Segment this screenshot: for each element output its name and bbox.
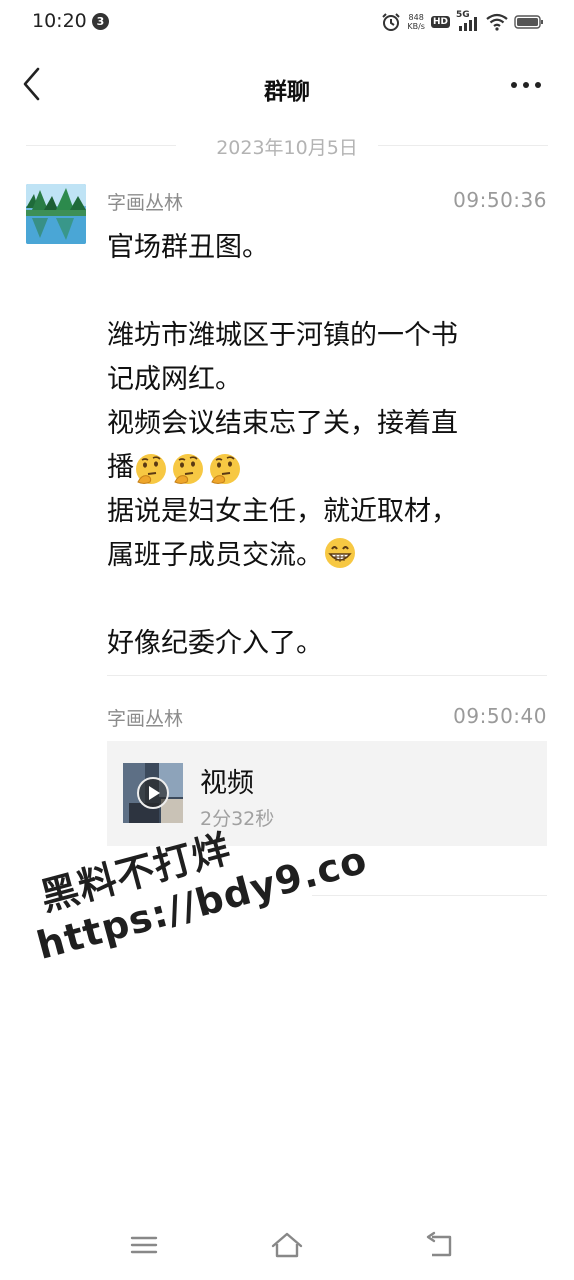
menu-icon <box>130 1236 158 1254</box>
status-time: 10:20 <box>32 10 87 32</box>
message-line: 官场群丑图。 <box>107 232 269 263</box>
date-divider: 2023年10月5日 <box>26 133 548 159</box>
message-line: 据说是妇女主任，就近取材， <box>107 496 458 527</box>
notification-count-badge: 3 <box>92 13 109 30</box>
video-title: 视频 <box>200 768 254 799</box>
thinking-face-emoji <box>173 453 203 484</box>
date-label: 2023年10月5日 <box>216 137 358 159</box>
message-divider <box>312 895 547 896</box>
battery-icon <box>514 15 543 29</box>
thinking-face-emoji <box>136 453 166 484</box>
menu-button[interactable] <box>124 1230 164 1260</box>
system-nav-bar <box>0 1218 574 1280</box>
message-line: 潍坊市潍城区于河镇的一个书 <box>107 320 458 351</box>
avatar[interactable] <box>26 184 86 244</box>
message-line: 属班子成员交流。 <box>107 540 323 571</box>
net-speed-value: 848 <box>408 13 424 22</box>
sender-name: 字画丛林 <box>107 708 184 730</box>
sender-name: 字画丛林 <box>107 192 184 214</box>
message-line: 播 <box>107 452 134 483</box>
message-line-with-emoji: 播 <box>107 446 458 490</box>
more-options-button[interactable] <box>506 70 546 100</box>
wifi-icon <box>486 13 508 31</box>
home-icon <box>271 1232 303 1258</box>
chat-screen: 10:20 3 848 KB/s HD 5G 群聊 2023年10月5日 字画丛… <box>0 0 574 1280</box>
message-line: 记成网红。 <box>107 364 242 395</box>
message-line-with-emoji: 属班子成员交流。 <box>107 534 458 578</box>
net-speed: 848 KB/s <box>407 13 425 31</box>
signal-icon: 5G <box>456 10 480 32</box>
home-button[interactable] <box>267 1230 307 1260</box>
back-icon <box>426 1231 452 1257</box>
divider-line-right <box>378 145 548 146</box>
video-thumbnail[interactable] <box>123 763 183 823</box>
alarm-icon <box>382 13 401 31</box>
message-text[interactable]: 官场群丑图。 潍坊市潍城区于河镇的一个书 记成网红。 视频会议结束忘了关，接着直… <box>107 226 458 666</box>
more-dots-icon <box>511 82 541 88</box>
hd-icon: HD <box>430 16 450 28</box>
thinking-face-emoji <box>210 453 240 484</box>
chat-header: 群聊 <box>0 52 574 122</box>
message-line: 好像纪委介入了。 <box>107 628 323 659</box>
message-line: 视频会议结束忘了关，接着直 <box>107 408 458 439</box>
status-bar: 10:20 3 848 KB/s HD 5G <box>0 0 574 44</box>
message-time: 09:50:40 <box>453 704 547 728</box>
status-icons: 848 KB/s HD 5G <box>381 10 544 33</box>
back-nav-button[interactable] <box>420 1230 460 1260</box>
message-time: 09:50:36 <box>453 188 547 212</box>
net-speed-unit: KB/s <box>407 22 425 31</box>
grinning-face-emoji <box>325 538 355 568</box>
message-divider <box>107 675 547 676</box>
page-title: 群聊 <box>264 79 310 105</box>
